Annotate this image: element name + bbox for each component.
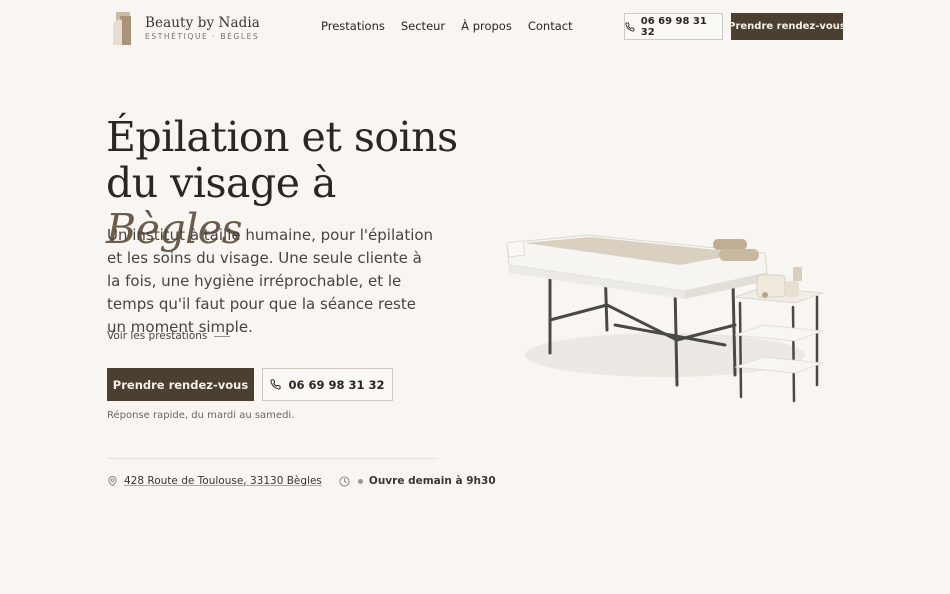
address-link[interactable]: 428 Route de Toulouse, 33130 Bègles (124, 475, 322, 487)
phone-icon (625, 21, 635, 31)
main-nav: Prestations Secteur À propos Contact (321, 19, 589, 33)
header-phone-button[interactable]: 06 69 98 31 32 (624, 13, 723, 40)
divider (107, 458, 438, 459)
hero-title-line1: Épilation et soins (106, 113, 458, 161)
clock-icon (339, 475, 350, 487)
phone-icon (270, 379, 282, 390)
hero-title-line2: du visage à (106, 159, 336, 207)
response-note: Réponse rapide, du mardi au samedi. (107, 410, 295, 421)
treatment-table-illustration (495, 225, 835, 425)
nav-item-secteur[interactable]: Secteur (401, 19, 445, 33)
brand-name: Beauty by Nadia (145, 14, 260, 31)
phone-button[interactable]: 06 69 98 31 32 (262, 368, 393, 401)
brand-logo[interactable]: Beauty by Nadia ESTHÉTIQUE · BÈGLES (111, 10, 260, 46)
booking-button[interactable]: Prendre rendez-vous (107, 368, 254, 401)
brand-tagline: ESTHÉTIQUE · BÈGLES (145, 31, 260, 41)
status-dot (357, 478, 363, 484)
nav-item-prestations[interactable]: Prestations (321, 19, 385, 33)
nav-item-a-propos[interactable]: À propos (461, 19, 512, 33)
site-header: Beauty by Nadia ESTHÉTIQUE · BÈGLES Pres… (0, 0, 950, 54)
hero-lead: Un institut à taille humaine, pour l'épi… (107, 226, 434, 336)
nav-item-contact[interactable]: Contact (528, 19, 573, 33)
services-link-label: Voir les prestations (107, 330, 208, 342)
map-pin-icon (108, 475, 117, 487)
phone-button-label: 06 69 98 31 32 (288, 377, 385, 392)
header-phone-label: 06 69 98 31 32 (640, 15, 707, 38)
arrow-line-icon (214, 335, 231, 337)
header-booking-button[interactable]: Prendre rendez-vous (728, 13, 846, 40)
logo-mark-icon (111, 10, 135, 46)
opening-status: Ouvre demain à 9h30 (368, 475, 496, 487)
info-row: 428 Route de Toulouse, 33130 Bègles Ouvr… (107, 475, 496, 487)
services-link[interactable]: Voir les prestations (107, 330, 231, 342)
